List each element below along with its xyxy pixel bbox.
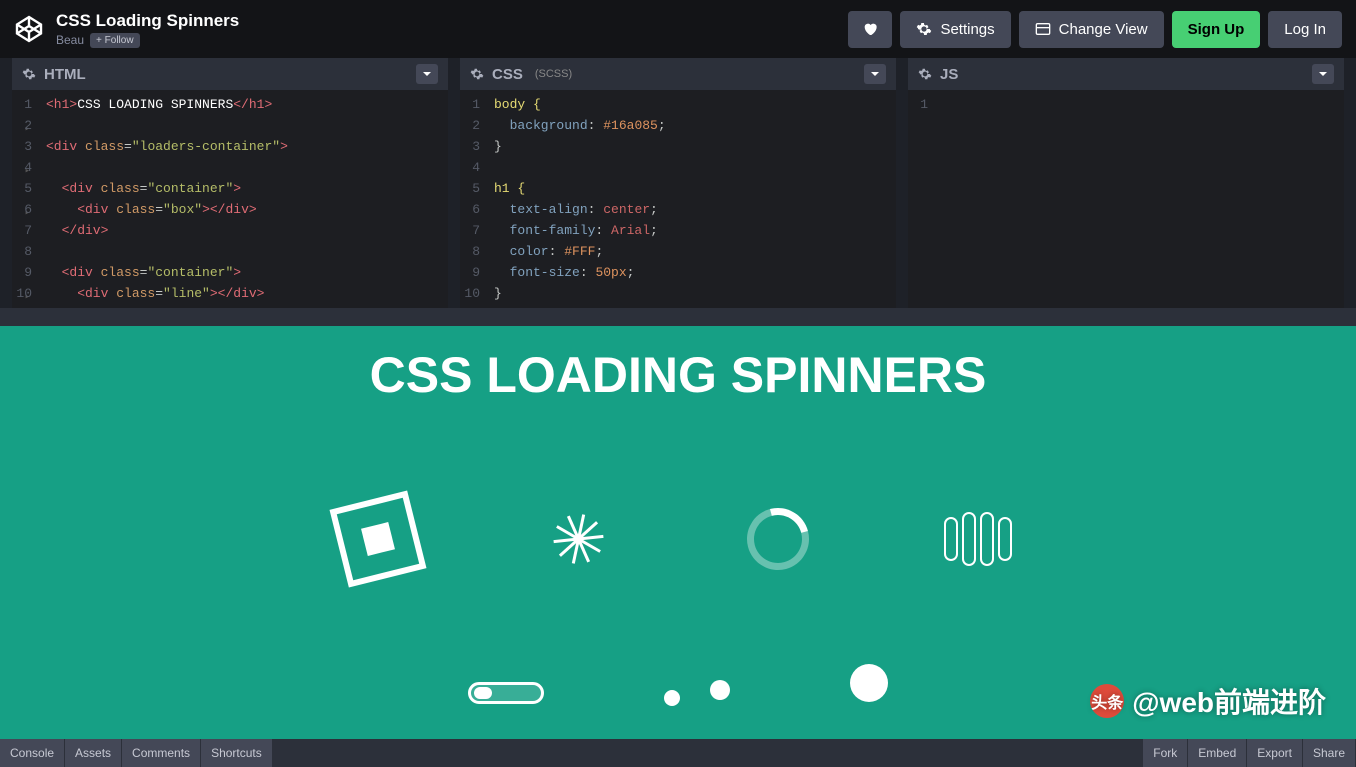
js-pane-title: JS — [940, 66, 958, 83]
app-header: CSS Loading Spinners Beau + Follow Setti… — [0, 0, 1356, 58]
watermark: 头条 @web前端进阶 — [1090, 681, 1326, 721]
gear-icon[interactable] — [918, 67, 932, 81]
horizontal-resizer[interactable] — [0, 308, 1356, 326]
export-button[interactable]: Export — [1247, 739, 1302, 767]
codepen-logo-icon — [14, 14, 44, 44]
html-code[interactable]: <h1>CSS LOADING SPINNERS</h1> <div class… — [40, 90, 294, 308]
css-code[interactable]: body { background: #16a085; } h1 { text-… — [488, 90, 672, 308]
footer-bar: Console Assets Comments Shortcuts Fork E… — [0, 739, 1356, 767]
dots-spinner — [664, 680, 730, 706]
css-pane-subtitle: (SCSS) — [535, 68, 572, 80]
assets-button[interactable]: Assets — [65, 739, 121, 767]
change-view-button[interactable]: Change View — [1019, 11, 1164, 48]
css-pane-title: CSS — [492, 66, 523, 83]
preview-heading: CSS LOADING SPINNERS — [0, 326, 1356, 404]
chevron-down-icon — [422, 69, 432, 79]
preview-pane: CSS LOADING SPINNERS 头条 @web前端进阶 — [0, 326, 1356, 739]
signup-button[interactable]: Sign Up — [1172, 11, 1261, 48]
comments-button[interactable]: Comments — [122, 739, 200, 767]
footer-right: Fork Embed Export Share — [1143, 739, 1356, 767]
follow-button[interactable]: + Follow — [90, 33, 140, 48]
css-collapse-button[interactable] — [864, 64, 886, 84]
gear-icon[interactable] — [22, 67, 36, 81]
settings-label: Settings — [940, 21, 994, 38]
html-gutter: 1 ▸ 2 3 ▸ 4 5 ▸ 6 7 8 9 ▸ 10 — [12, 90, 40, 308]
login-button[interactable]: Log In — [1268, 11, 1342, 48]
header-actions: Settings Change View Sign Up Log In — [848, 11, 1342, 48]
embed-button[interactable]: Embed — [1188, 739, 1246, 767]
css-editor[interactable]: 12345678910 body { background: #16a085; … — [460, 90, 896, 308]
box-spinner — [333, 494, 423, 584]
love-button[interactable] — [848, 11, 892, 48]
html-pane-title: HTML — [44, 66, 86, 83]
chevron-down-icon — [870, 69, 880, 79]
pill-spinner — [468, 682, 544, 704]
editors-row: HTML 1 ▸ 2 3 ▸ 4 5 ▸ 6 7 8 9 ▸ 10 <h1>CS… — [0, 58, 1356, 308]
shortcuts-button[interactable]: Shortcuts — [201, 739, 272, 767]
ring-spinner — [733, 494, 823, 584]
watermark-badge: 头条 — [1090, 684, 1124, 718]
meta-row: Beau + Follow — [56, 33, 239, 48]
author-name[interactable]: Beau — [56, 33, 84, 47]
gear-icon — [916, 21, 932, 37]
html-editor[interactable]: 1 ▸ 2 3 ▸ 4 5 ▸ 6 7 8 9 ▸ 10 <h1>CSS LOA… — [12, 90, 448, 308]
fork-button[interactable]: Fork — [1143, 739, 1187, 767]
js-pane: JS 1 — [908, 58, 1344, 308]
title-area: CSS Loading Spinners Beau + Follow — [56, 11, 239, 48]
pen-title: CSS Loading Spinners — [56, 11, 239, 31]
html-collapse-button[interactable] — [416, 64, 438, 84]
share-button[interactable]: Share — [1303, 739, 1355, 767]
loaders-row-1 — [0, 494, 1356, 584]
css-pane-header: CSS (SCSS) — [460, 58, 896, 90]
settings-button[interactable]: Settings — [900, 11, 1010, 48]
html-pane: HTML 1 ▸ 2 3 ▸ 4 5 ▸ 6 7 8 9 ▸ 10 <h1>CS… — [12, 58, 448, 308]
js-pane-header: JS — [908, 58, 1344, 90]
lines-spinner — [533, 494, 623, 584]
css-pane: CSS (SCSS) 12345678910 body { background… — [460, 58, 896, 308]
ball-spinner — [850, 664, 888, 702]
console-button[interactable]: Console — [0, 739, 64, 767]
chevron-down-icon — [1318, 69, 1328, 79]
js-code[interactable] — [936, 90, 948, 308]
css-gutter: 12345678910 — [460, 90, 488, 308]
layout-icon — [1035, 21, 1051, 37]
js-editor[interactable]: 1 — [908, 90, 1344, 308]
heart-icon — [862, 21, 878, 37]
watermark-text: @web前端进阶 — [1132, 681, 1326, 721]
js-collapse-button[interactable] — [1312, 64, 1334, 84]
html-pane-header: HTML — [12, 58, 448, 90]
logo-title-group: CSS Loading Spinners Beau + Follow — [14, 11, 239, 48]
change-view-label: Change View — [1059, 21, 1148, 38]
js-gutter: 1 — [908, 90, 936, 308]
bars-spinner — [933, 494, 1023, 584]
gear-icon[interactable] — [470, 67, 484, 81]
